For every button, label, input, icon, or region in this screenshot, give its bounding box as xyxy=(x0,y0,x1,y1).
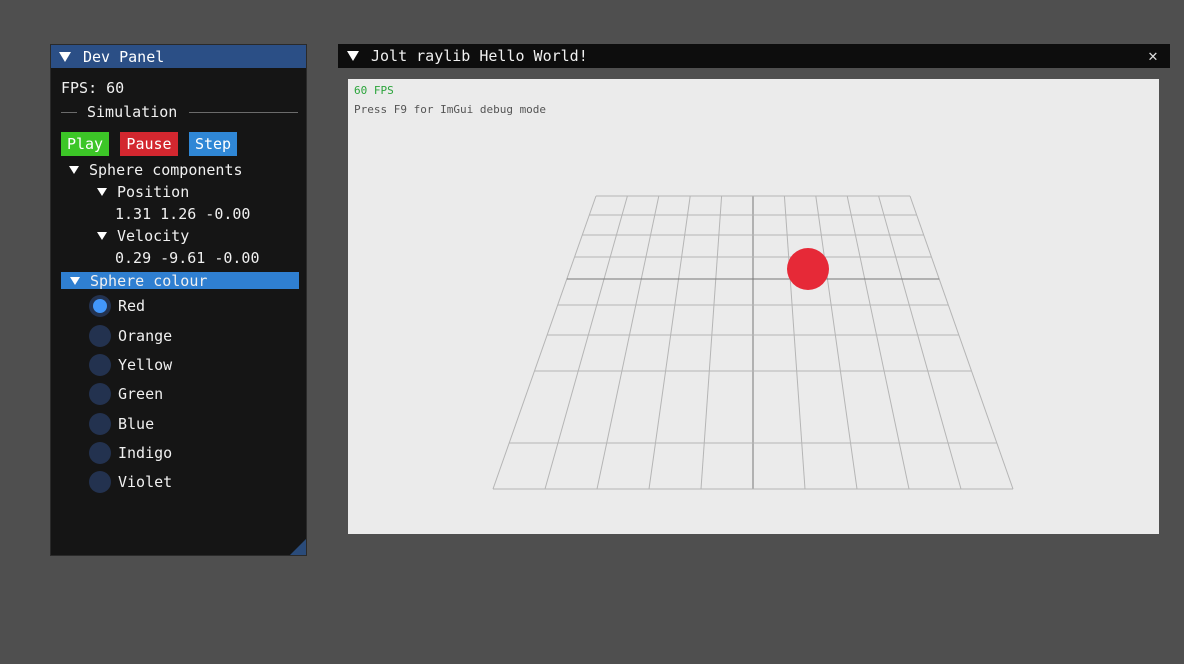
grid-line xyxy=(544,195,628,490)
viewport-title: Jolt raylib Hello World! xyxy=(371,47,588,65)
grid-line xyxy=(596,195,660,490)
radio-button[interactable] xyxy=(89,325,111,347)
radio-button[interactable] xyxy=(89,354,111,376)
radio-option-violet[interactable]: Violet xyxy=(89,471,172,493)
step-button[interactable]: Step xyxy=(189,132,237,156)
radio-button[interactable] xyxy=(89,471,111,493)
radio-label: Green xyxy=(118,385,164,403)
fps-readout: FPS: 60 xyxy=(61,79,125,97)
expanded-triangle-icon xyxy=(97,188,107,196)
separator-label: Simulation xyxy=(87,103,178,121)
grid-line xyxy=(700,195,723,490)
radio-label: Orange xyxy=(118,327,173,345)
tree-node-label: Position xyxy=(117,183,190,201)
grid-line xyxy=(909,195,1014,490)
radio-option-indigo[interactable]: Indigo xyxy=(89,442,172,464)
velocity-value: 0.29 -9.61 -0.00 xyxy=(115,249,260,267)
dev-panel: Dev Panel FPS: 60 Simulation Play Pause … xyxy=(50,44,307,556)
viewport-fps-label: 60 FPS xyxy=(354,84,394,97)
radio-option-yellow[interactable]: Yellow xyxy=(89,354,172,376)
viewport-titlebar[interactable]: Jolt raylib Hello World! ✕ xyxy=(338,44,1170,68)
radio-option-green[interactable]: Green xyxy=(89,383,163,405)
pause-button[interactable]: Pause xyxy=(120,132,178,156)
radio-option-red[interactable]: Red xyxy=(89,295,145,317)
radio-label: Blue xyxy=(118,415,155,433)
close-icon[interactable]: ✕ xyxy=(1144,47,1162,65)
dev-panel-title: Dev Panel xyxy=(83,47,165,66)
debug-hint: Press F9 for ImGui debug mode xyxy=(354,103,547,116)
simulation-controls: Play Pause Step xyxy=(61,132,237,156)
tree-node-label: Velocity xyxy=(117,227,190,245)
grid-line xyxy=(878,195,962,490)
resize-grip[interactable] xyxy=(290,539,306,555)
grid-line xyxy=(783,195,806,490)
play-button[interactable]: Play xyxy=(61,132,109,156)
dev-panel-titlebar[interactable]: Dev Panel xyxy=(51,45,306,68)
radio-button[interactable] xyxy=(89,413,111,435)
collapse-triangle-icon[interactable] xyxy=(347,51,359,61)
radio-button[interactable] xyxy=(89,442,111,464)
radio-option-blue[interactable]: Blue xyxy=(89,413,154,435)
position-value: 1.31 1.26 -0.00 xyxy=(115,205,251,223)
radio-selected-dot xyxy=(93,299,107,313)
grid-scene xyxy=(492,195,1014,490)
tree-node-velocity[interactable]: Velocity xyxy=(97,227,189,245)
radio-button[interactable] xyxy=(89,295,111,317)
render-viewport[interactable]: 60 FPS Press F9 for ImGui debug mode xyxy=(348,79,1159,534)
expanded-triangle-icon xyxy=(97,232,107,240)
grid-line xyxy=(846,195,910,490)
expanded-triangle-icon xyxy=(69,166,79,174)
tree-node-position[interactable]: Position xyxy=(97,183,189,201)
separator-line xyxy=(189,111,298,113)
grid-line xyxy=(815,195,858,490)
radio-label: Violet xyxy=(118,473,173,491)
simulation-separator: Simulation xyxy=(61,103,298,121)
radio-label: Red xyxy=(118,297,146,315)
radio-option-orange[interactable]: Orange xyxy=(89,325,172,347)
radio-button[interactable] xyxy=(89,383,111,405)
radio-label: Yellow xyxy=(118,356,173,374)
grid-line xyxy=(648,195,691,490)
expanded-triangle-icon xyxy=(70,276,80,285)
sphere xyxy=(787,248,829,290)
collapsing-header-sphere-colour[interactable]: Sphere colour xyxy=(61,271,299,290)
collapse-triangle-icon[interactable] xyxy=(59,51,71,62)
tree-node-label: Sphere components xyxy=(89,161,243,179)
tree-node-sphere-components[interactable]: Sphere components xyxy=(69,161,243,179)
header-label: Sphere colour xyxy=(90,271,208,290)
grid-line xyxy=(492,195,597,490)
separator-line xyxy=(61,111,77,113)
radio-label: Indigo xyxy=(118,444,173,462)
